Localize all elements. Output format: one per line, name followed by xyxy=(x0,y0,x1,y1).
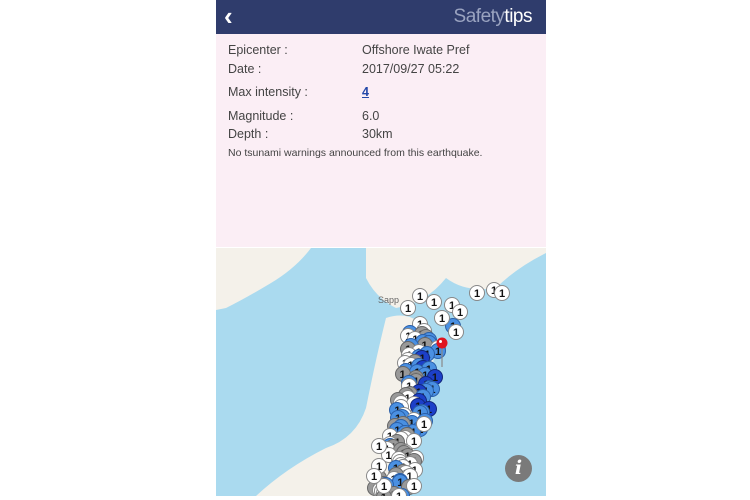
intensity-marker[interactable]: 1 xyxy=(494,285,510,301)
nav-header: ‹ Safetytips xyxy=(216,0,546,34)
tsunami-note: No tsunami warnings announced from this … xyxy=(228,147,483,159)
intensity-marker[interactable]: 1 xyxy=(448,324,464,340)
intensity-marker[interactable]: 1 xyxy=(366,468,382,484)
intensity-marker[interactable]: 1 xyxy=(406,478,422,494)
intensity-map[interactable]: Sapp 11111111111111111111111111111111111… xyxy=(216,248,546,496)
intensity-marker[interactable]: 1 xyxy=(400,300,416,316)
info-button[interactable]: i xyxy=(505,455,532,482)
phone-screen: ‹ Safetytips Epicenter : Offshore Iwate P… xyxy=(216,0,546,496)
intensity-marker[interactable]: 1 xyxy=(426,294,442,310)
epicenter-value: Offshore Iwate Pref xyxy=(362,43,470,57)
intensity-link[interactable]: 4 xyxy=(362,85,369,99)
back-button[interactable]: ‹ xyxy=(224,3,233,29)
depth-label: Depth : xyxy=(228,127,269,141)
title-bold: tips xyxy=(504,6,532,27)
page-title: Safetytips xyxy=(453,6,533,28)
city-label: Sapp xyxy=(378,295,400,305)
intensity-marker[interactable]: 1 xyxy=(434,310,450,326)
intensity-marker[interactable]: 1 xyxy=(371,438,387,454)
intensity-label: Max intensity : xyxy=(228,85,308,99)
title-light: Safety xyxy=(453,6,505,27)
epicenter-pin-icon[interactable] xyxy=(435,337,449,367)
depth-value: 30km xyxy=(362,127,393,141)
earthquake-details: Epicenter : Offshore Iwate Pref Date : 201… xyxy=(216,34,546,247)
magnitude-value: 6.0 xyxy=(362,109,380,123)
intensity-marker[interactable]: 1 xyxy=(469,285,485,301)
date-label: Date : xyxy=(228,62,262,76)
date-value: 2017/09/27 05:22 xyxy=(362,62,460,76)
magnitude-label: Magnitude : xyxy=(228,109,294,123)
epicenter-label: Epicenter : xyxy=(228,43,288,57)
intensity-marker[interactable]: 1 xyxy=(416,416,432,432)
